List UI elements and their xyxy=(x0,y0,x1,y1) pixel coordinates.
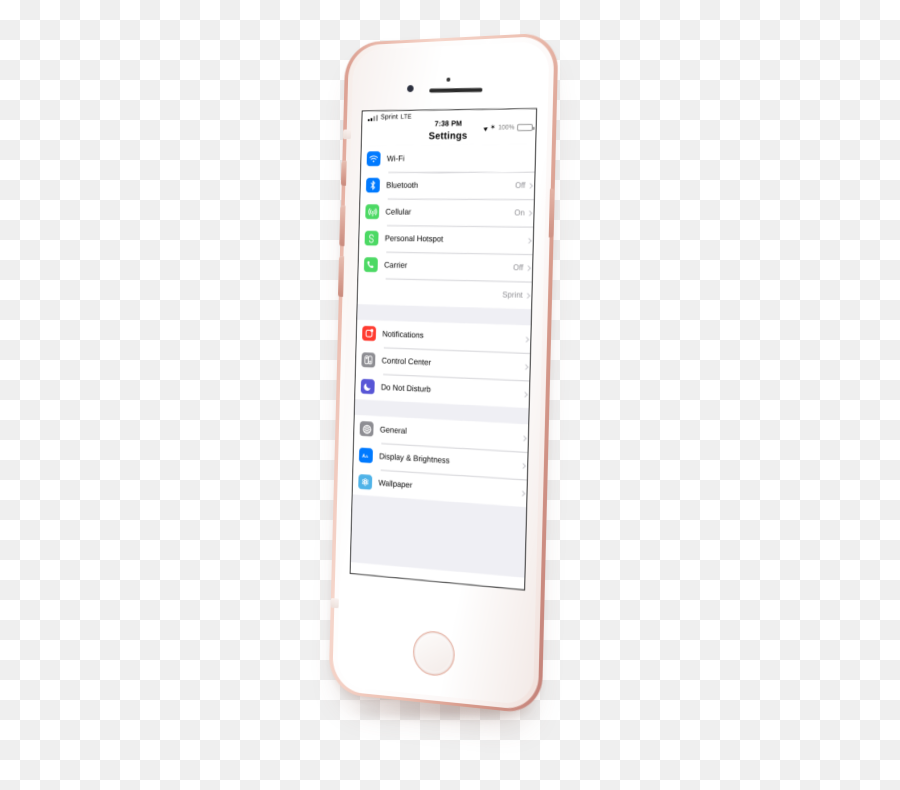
earpiece-speaker xyxy=(429,88,482,93)
bluetooth-status-icon: ✶ xyxy=(490,124,496,131)
device-front-face: Sprint LTE 7:38 PM ✶ 100% Settings Wi-Fi… xyxy=(337,41,550,706)
settings-row-label: Control Center xyxy=(382,356,432,367)
settings-row-label: General xyxy=(380,425,407,435)
settings-list: Wi-Fi Bluetooth Off Cellular On Personal Hots… xyxy=(351,144,537,578)
battery-cap xyxy=(533,127,535,130)
settings-row-accessory xyxy=(523,392,531,396)
settings-row-personal-hotspot[interactable]: Personal Hotspot xyxy=(359,225,535,254)
chevron-right-icon xyxy=(526,237,532,243)
settings-row-accessory xyxy=(524,364,532,368)
settings-row-value: Sprint xyxy=(502,290,523,300)
control-center-icon xyxy=(361,352,375,367)
chevron-right-icon xyxy=(528,182,534,188)
settings-row-accessory: Off xyxy=(515,181,536,190)
mute-switch[interactable] xyxy=(341,161,347,186)
settings-group-connectivity: Wi-Fi Bluetooth Off Cellular On Personal Hots… xyxy=(358,144,538,309)
screen-content: Sprint LTE 7:38 PM ✶ 100% Settings Wi-Fi… xyxy=(351,109,538,591)
wifi-icon xyxy=(367,151,381,166)
status-clock: 7:38 PM xyxy=(434,119,462,128)
chevron-right-icon xyxy=(527,210,533,216)
settings-row-label: Do Not Disturb xyxy=(381,383,431,394)
settings-row-detail[interactable]: Sprint xyxy=(358,278,534,309)
settings-row-accessory xyxy=(527,238,535,242)
bluetooth-icon xyxy=(366,178,380,193)
page-title: Settings xyxy=(362,129,537,146)
volume-up-button[interactable] xyxy=(339,205,345,246)
settings-row-accessory xyxy=(522,436,530,441)
svg-text:A: A xyxy=(366,455,369,459)
settings-row-label: Display & Brightness xyxy=(379,452,450,465)
settings-row-value: On xyxy=(514,208,525,217)
settings-group-alerts: Notifications Control Center Do Not Distur… xyxy=(355,320,533,408)
phone-icon xyxy=(364,257,378,272)
personal-hotspot-icon xyxy=(365,231,379,246)
status-bar-right: ✶ 100% xyxy=(484,124,533,132)
antenna-line-bottom xyxy=(331,598,339,608)
chevron-right-icon xyxy=(525,292,531,298)
chevron-right-icon xyxy=(523,364,529,370)
front-camera xyxy=(407,85,414,92)
status-bar: Sprint LTE 7:38 PM ✶ 100% xyxy=(362,109,537,131)
chevron-right-icon xyxy=(525,265,531,271)
settings-row-label: Carrier xyxy=(384,261,407,270)
power-button[interactable] xyxy=(549,189,555,238)
status-carrier-label: Sprint xyxy=(381,114,399,121)
chevron-right-icon xyxy=(524,336,530,342)
settings-row-accessory: On xyxy=(514,208,535,217)
wallpaper-icon xyxy=(358,474,372,490)
chevron-right-icon xyxy=(521,463,527,469)
row-icon-placeholder xyxy=(363,284,377,299)
settings-row-accessory xyxy=(521,463,529,468)
settings-row-wi-fi[interactable]: Wi-Fi xyxy=(361,144,537,172)
notifications-icon xyxy=(362,326,376,341)
settings-row-accessory: Sprint xyxy=(502,290,533,300)
settings-row-bluetooth[interactable]: Bluetooth Off xyxy=(360,172,536,199)
settings-row-carrier[interactable]: Carrier Off xyxy=(358,251,534,281)
settings-row-accessory: Off xyxy=(513,263,534,273)
volume-down-button[interactable] xyxy=(338,256,344,297)
cellular-icon xyxy=(365,204,379,219)
battery-percent-label: 100% xyxy=(498,124,515,131)
chevron-right-icon xyxy=(520,490,526,496)
home-button[interactable] xyxy=(413,630,456,678)
settings-row-value: Off xyxy=(515,181,526,190)
settings-row-label: Bluetooth xyxy=(386,181,418,190)
status-bar-left: Sprint LTE xyxy=(368,114,412,122)
do-not-disturb-icon xyxy=(361,379,375,394)
settings-row-value: Off xyxy=(513,263,524,272)
settings-row-cellular[interactable]: Cellular On xyxy=(360,198,536,226)
perspective-stage: Sprint LTE 7:38 PM ✶ 100% Settings Wi-Fi… xyxy=(0,0,900,790)
settings-row-label: Wi-Fi xyxy=(387,154,405,163)
antenna-line-top xyxy=(343,129,351,139)
settings-row-label: Cellular xyxy=(385,207,411,216)
settings-row-label: Personal Hotspot xyxy=(385,234,444,244)
settings-row-label: Notifications xyxy=(382,330,424,340)
proximity-sensor xyxy=(446,78,450,82)
settings-group-system: General A A Display & Brightness Wallpaper xyxy=(353,415,531,507)
settings-row-accessory xyxy=(521,491,529,496)
signal-strength-icon xyxy=(368,115,378,121)
sensor-row xyxy=(352,80,549,100)
status-network-type-label: LTE xyxy=(401,114,412,121)
settings-row-label: Wallpaper xyxy=(378,478,412,489)
settings-row-accessory xyxy=(524,337,532,341)
chevron-right-icon xyxy=(522,391,528,397)
gear-icon xyxy=(360,421,374,437)
battery-icon xyxy=(517,124,533,131)
location-arrow-icon xyxy=(483,125,488,131)
display-icon: AA xyxy=(359,448,373,464)
iphone-device: Sprint LTE 7:38 PM ✶ 100% Settings Wi-Fi… xyxy=(332,36,555,712)
phone-screen: Sprint LTE 7:38 PM ✶ 100% Settings Wi-Fi… xyxy=(350,108,538,590)
screenshot-canvas: Sprint LTE 7:38 PM ✶ 100% Settings Wi-Fi… xyxy=(0,0,900,790)
chevron-right-icon xyxy=(521,435,527,441)
